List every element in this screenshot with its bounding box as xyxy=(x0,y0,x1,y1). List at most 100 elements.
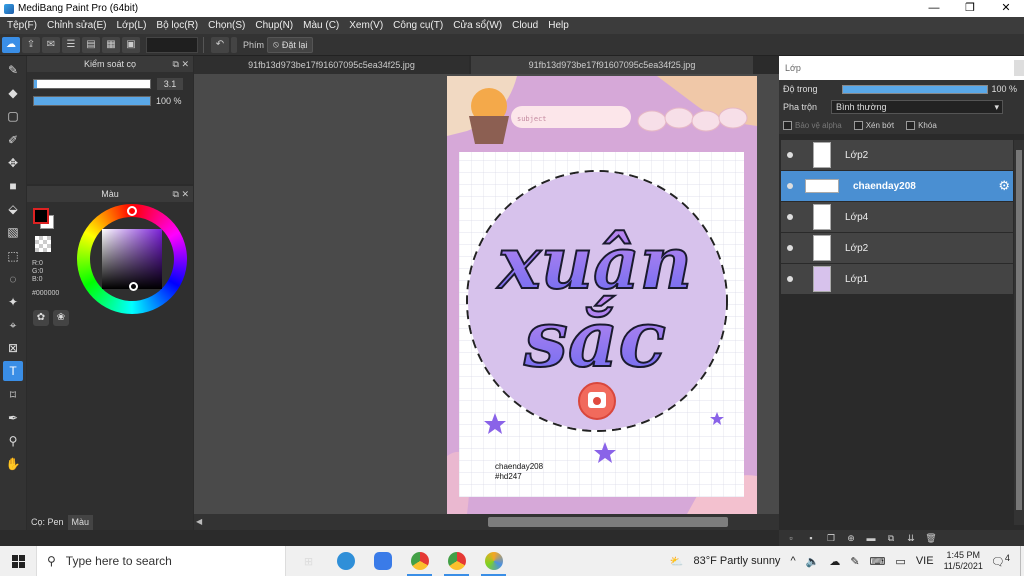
message-icon[interactable]: ☰ xyxy=(62,36,80,53)
blend-mode-select[interactable]: Bình thường xyxy=(831,100,1004,114)
protect-alpha-checkbox[interactable]: Bảo vệ alpha xyxy=(783,120,842,130)
medibang-icon[interactable] xyxy=(475,546,512,576)
new-layer-icon[interactable]: ▫ xyxy=(783,531,799,545)
canvas-horizontal-scrollbar[interactable]: ◀ xyxy=(194,514,779,530)
rectangle-tool-icon[interactable]: ▢ xyxy=(3,106,23,126)
layer-item[interactable]: Lớp4 xyxy=(781,202,1013,232)
taskbar-search[interactable]: ⚲ Type here to search xyxy=(36,546,286,576)
menu-help[interactable]: Help xyxy=(543,17,574,34)
brush-tool-icon[interactable]: ✎ xyxy=(3,60,23,80)
keyboard-icon[interactable]: ⌨ xyxy=(870,555,886,568)
maximize-button[interactable]: ❐ xyxy=(952,0,988,17)
weather-text[interactable]: 83°F Partly sunny xyxy=(694,555,781,567)
layer-vertical-scrollbar[interactable] xyxy=(1014,140,1024,525)
menu-window[interactable]: Cửa sổ(W) xyxy=(448,17,507,34)
tab-brush[interactable]: Cọ: Pen xyxy=(27,515,68,530)
dropper-tool-icon[interactable]: ⚲ xyxy=(3,431,23,451)
onedrive-icon[interactable]: ☁ xyxy=(829,555,840,568)
chevron-up-icon[interactable]: ^ xyxy=(790,555,795,567)
weather-icon[interactable]: ⛅ xyxy=(670,555,684,568)
menu-filter[interactable]: Bộ lọc(R) xyxy=(151,17,203,34)
document-tab-1[interactable]: 91fb13d973be17f91607095c5ea34f25.jpg xyxy=(194,56,469,74)
bucket-tool-icon[interactable]: ⬙ xyxy=(3,199,23,219)
scroll-thumb[interactable] xyxy=(488,517,728,527)
menu-file[interactable]: Tệp(F) xyxy=(2,17,42,34)
layer-opacity-slider[interactable] xyxy=(841,84,988,94)
gradient-tool-icon[interactable]: ▧ xyxy=(3,222,23,242)
move-tool-icon[interactable]: ✥ xyxy=(3,153,23,173)
brush-size-slider[interactable] xyxy=(33,79,151,89)
menu-layer[interactable]: Lớp(L) xyxy=(112,17,152,34)
reset-button[interactable]: ⦸ Đặt lại xyxy=(267,36,314,53)
chrome-icon[interactable] xyxy=(401,546,438,576)
layer-item[interactable]: Lớp1 xyxy=(781,264,1013,294)
palette-icon[interactable]: ✿ xyxy=(33,310,49,326)
add-layer-menu-icon[interactable]: ⊕ xyxy=(843,531,859,545)
palette-settings-icon[interactable]: ❀ xyxy=(53,310,69,326)
select-pen-tool-icon[interactable]: ⌖ xyxy=(3,315,23,335)
zoom-icon[interactable] xyxy=(364,546,401,576)
undo-icon[interactable]: ↶ xyxy=(211,36,229,53)
start-button[interactable] xyxy=(0,554,36,568)
artwork[interactable]: subject xuân sắc chaenday208 #hd247 xyxy=(447,76,757,514)
brush-size-value[interactable]: 3.1 xyxy=(157,78,183,90)
toolbar-field[interactable] xyxy=(146,36,198,53)
edge-icon[interactable] xyxy=(327,546,364,576)
menu-cloud[interactable]: Cloud xyxy=(507,17,543,34)
menu-select[interactable]: Chọn(S) xyxy=(203,17,250,34)
comment-icon[interactable]: ✉ xyxy=(42,36,60,53)
menu-edit[interactable]: Chỉnh sửa(E) xyxy=(42,17,112,34)
visibility-eye-icon[interactable] xyxy=(787,214,793,220)
fill-tool-icon[interactable]: ⌑ xyxy=(3,385,23,405)
magic-wand-tool-icon[interactable]: ✦ xyxy=(3,292,23,312)
display-icon[interactable]: ▭ xyxy=(895,555,905,568)
clock[interactable]: 1:45 PM 11/5/2021 xyxy=(944,550,983,572)
visibility-eye-icon[interactable] xyxy=(787,152,793,158)
visibility-eye-icon[interactable] xyxy=(787,276,793,282)
pen-tool-icon[interactable]: ✐ xyxy=(3,130,23,150)
volume-icon[interactable]: 🔈 xyxy=(806,555,820,568)
language-indicator[interactable]: VIE xyxy=(916,555,934,567)
foreground-color-swatch[interactable] xyxy=(33,208,49,224)
menu-tools[interactable]: Công cụ(T) xyxy=(388,17,448,34)
eyedropper-tool-icon[interactable]: ✒ xyxy=(3,408,23,428)
layer-item[interactable]: Lớp2 xyxy=(781,140,1013,170)
fill-rect-tool-icon[interactable]: ■ xyxy=(3,176,23,196)
menu-color[interactable]: Màu (C) xyxy=(298,17,344,34)
brush-opacity-slider[interactable] xyxy=(33,96,151,106)
select-tool-icon[interactable]: ⬚ xyxy=(3,246,23,266)
visibility-eye-icon[interactable] xyxy=(787,245,793,251)
canvas-area[interactable]: subject xuân sắc chaenday208 #hd247 xyxy=(194,74,779,514)
document-tab-2[interactable]: 91fb13d973be17f91607095c5ea34f25.jpg xyxy=(471,56,753,74)
share-icon[interactable]: ⇪ xyxy=(22,36,40,53)
transparent-swatch[interactable] xyxy=(35,236,51,252)
delete-layer-icon[interactable]: 🗑 xyxy=(923,531,939,545)
clipping-checkbox[interactable]: Xén bớt xyxy=(853,120,894,130)
menu-view[interactable]: Xem(V) xyxy=(344,17,388,34)
panel-popout-close-icon[interactable]: ⧉ ✕ xyxy=(173,186,189,202)
scroll-left-arrow-icon[interactable]: ◀ xyxy=(196,517,202,526)
pen-icon[interactable]: ✎ xyxy=(850,555,859,568)
panel-popout-close-icon[interactable]: ⧉ ✕ xyxy=(173,56,189,72)
new-halftone-layer-icon[interactable]: ▪ xyxy=(803,531,819,545)
layer-item-selected[interactable]: chaenday208 ⚙ xyxy=(781,171,1013,201)
duplicate-layer-icon[interactable]: ❐ xyxy=(823,531,839,545)
hand-tool-icon[interactable]: ✋ xyxy=(3,454,23,474)
copy-layer-icon[interactable]: ⧉ xyxy=(883,531,899,545)
grid-icon[interactable]: ▦ xyxy=(102,36,120,53)
gear-icon[interactable]: ⚙ xyxy=(998,178,1010,194)
cloud-icon[interactable]: ☁ xyxy=(2,36,20,53)
layer-panel-scroll-stub[interactable] xyxy=(1014,60,1024,76)
hue-knob[interactable] xyxy=(127,206,137,216)
task-view-icon[interactable]: ⊞ xyxy=(290,546,327,576)
chrome-icon-2[interactable] xyxy=(438,546,475,576)
visibility-eye-icon[interactable] xyxy=(787,183,793,189)
notification-icon[interactable]: 🗨4 xyxy=(991,553,1010,569)
lasso-tool-icon[interactable]: ◌ xyxy=(3,269,23,289)
minimize-button[interactable]: — xyxy=(916,0,952,17)
saturation-value-square[interactable] xyxy=(102,229,162,289)
lock-checkbox[interactable]: Khóa xyxy=(906,120,937,130)
tab-color[interactable]: Màu xyxy=(67,515,94,530)
layer-scroll-thumb[interactable] xyxy=(1016,150,1022,510)
toolbar-handle[interactable] xyxy=(231,36,237,53)
